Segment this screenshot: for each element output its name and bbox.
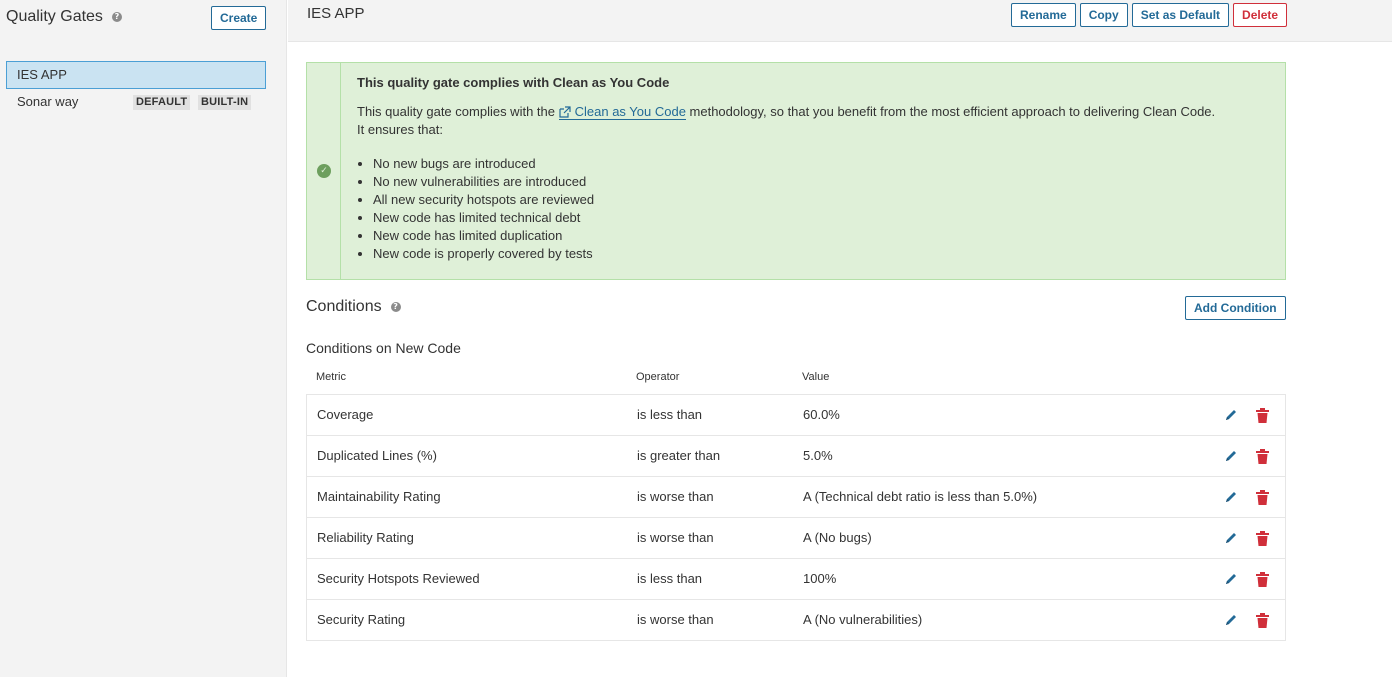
check-circle-icon: ✓ (317, 164, 331, 178)
gate-header: IES APP Rename Copy Set as Default Delet… (288, 0, 1392, 42)
value-cell: 100% (803, 571, 837, 586)
help-icon[interactable]: ? (390, 302, 401, 312)
pencil-icon[interactable] (1224, 572, 1238, 586)
sidebar: Quality Gates ? Create IES APP Sonar way… (0, 0, 287, 677)
metric-cell: Maintainability Rating (317, 489, 441, 504)
list-item: New code has limited technical debt (373, 209, 1215, 227)
value-cell: 5.0% (803, 448, 833, 463)
metric-cell: Security Rating (317, 612, 406, 627)
operator-cell: is worse than (637, 612, 714, 627)
pencil-icon[interactable] (1224, 613, 1238, 627)
set-as-default-button[interactable]: Set as Default (1131, 3, 1230, 27)
external-link-icon (559, 106, 571, 118)
table-row: Security Rating is worse than A (No vuln… (307, 600, 1285, 641)
alert-content: This quality gate complies with Clean as… (357, 75, 1215, 263)
list-item: No new bugs are introduced (373, 155, 1215, 173)
built-in-badge: BUILT-IN (198, 95, 252, 110)
trash-icon[interactable] (1256, 408, 1269, 423)
create-button[interactable]: Create (211, 6, 267, 30)
trash-icon[interactable] (1256, 490, 1269, 505)
conditions-title: Conditions (306, 298, 382, 315)
operator-cell: is worse than (637, 530, 714, 545)
list-item: New code has limited duplication (373, 227, 1215, 245)
pencil-icon[interactable] (1224, 490, 1238, 504)
table-row: Duplicated Lines (%) is greater than 5.0… (307, 436, 1285, 477)
value-cell: A (No bugs) (803, 530, 872, 545)
table-row: Coverage is less than 60.0% (307, 395, 1285, 436)
list-item: All new security hotspots are reviewed (373, 191, 1215, 209)
conditions-table: Coverage is less than 60.0% Duplicated L… (306, 394, 1286, 641)
table-row: Reliability Rating is worse than A (No b… (307, 518, 1285, 559)
clean-as-you-code-link[interactable]: Clean as You Code (558, 104, 686, 120)
metric-cell: Reliability Rating (317, 530, 414, 545)
alert-text-before: This quality gate complies with the (357, 104, 559, 119)
operator-cell: is less than (637, 407, 703, 422)
conditions-heading: Conditions ? (306, 298, 401, 316)
list-item: No new vulnerabilities are introduced (373, 173, 1215, 191)
pencil-icon[interactable] (1224, 408, 1238, 422)
gate-item-ies-app[interactable]: IES APP (6, 61, 266, 89)
column-header-value: Value (802, 371, 830, 383)
metric-cell: Coverage (317, 407, 374, 422)
link-label: Clean as You Code (574, 104, 686, 119)
sidebar-title-row: Quality Gates ? (6, 8, 122, 26)
trash-icon[interactable] (1256, 613, 1269, 628)
table-row: Maintainability Rating is worse than A (… (307, 477, 1285, 518)
column-header-metric: Metric (316, 371, 346, 383)
operator-cell: is greater than (637, 448, 721, 463)
pencil-icon[interactable] (1224, 531, 1238, 545)
column-header-operator: Operator (636, 371, 680, 383)
conditions-subtitle: Conditions on New Code (306, 340, 461, 356)
metric-cell: Duplicated Lines (%) (317, 448, 437, 463)
page-title: IES APP (307, 5, 365, 22)
delete-button[interactable]: Delete (1233, 3, 1288, 27)
operator-cell: is worse than (637, 489, 714, 504)
alert-icon-column: ✓ (307, 63, 341, 279)
table-row: Security Hotspots Reviewed is less than … (307, 559, 1285, 600)
copy-button[interactable]: Copy (1079, 3, 1128, 27)
alert-title: This quality gate complies with Clean as… (357, 75, 670, 90)
gate-item-sonar-way[interactable]: Sonar way DEFAULT BUILT-IN (6, 92, 266, 112)
value-cell: A (Technical debt ratio is less than 5.0… (803, 489, 1038, 504)
default-badge: DEFAULT (133, 95, 191, 110)
alert-text: This quality gate complies with the Clea… (357, 103, 1215, 139)
sidebar-title: Quality Gates (6, 8, 103, 25)
trash-icon[interactable] (1256, 531, 1269, 546)
trash-icon[interactable] (1256, 572, 1269, 587)
gate-actions: Rename Copy Set as Default Delete (1011, 3, 1288, 27)
alert-text-line2: It ensures that: (357, 122, 443, 137)
gate-item-label: Sonar way (17, 94, 79, 109)
metric-cell: Security Hotspots Reviewed (317, 571, 480, 586)
list-item: New code is properly covered by tests (373, 245, 1215, 263)
add-condition-button[interactable]: Add Condition (1185, 296, 1286, 320)
rename-button[interactable]: Rename (1011, 3, 1076, 27)
operator-cell: is less than (637, 571, 703, 586)
gate-item-label: IES APP (17, 67, 67, 82)
trash-icon[interactable] (1256, 449, 1269, 464)
criteria-list: No new bugs are introduced No new vulner… (357, 155, 1215, 263)
clean-as-you-code-alert: ✓ This quality gate complies with Clean … (306, 62, 1286, 280)
alert-text-after: methodology, so that you benefit from th… (685, 104, 1216, 119)
value-cell: 60.0% (803, 407, 840, 422)
value-cell: A (No vulnerabilities) (803, 612, 923, 627)
pencil-icon[interactable] (1224, 449, 1238, 463)
help-icon[interactable]: ? (111, 12, 122, 22)
